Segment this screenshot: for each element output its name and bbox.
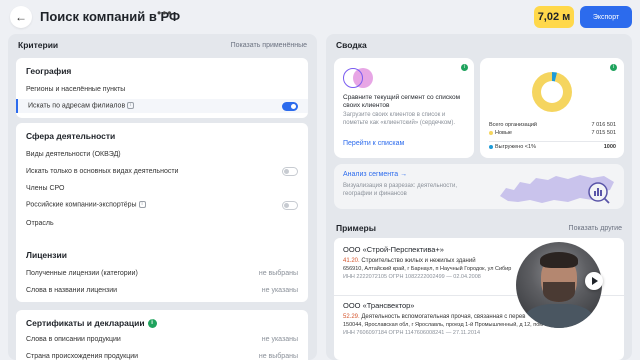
geography-title: География xyxy=(26,66,72,76)
origin-value: не выбраны xyxy=(258,352,298,360)
exported-value: 1000 xyxy=(603,144,616,150)
new-row: Новые 7 015 501 xyxy=(489,130,616,139)
origin-label: Страна происхождения продукции xyxy=(26,352,139,360)
okved-row[interactable]: Виды деятельности (ОКВЭД) xyxy=(26,147,298,161)
info-icon[interactable]: i xyxy=(461,64,468,71)
licenses-received-value: не выбраны xyxy=(258,269,298,277)
okved-code: 52.29. xyxy=(343,314,360,320)
regions-row[interactable]: Регионы и населённые пункты xyxy=(26,82,298,96)
criteria-title: Критерии xyxy=(18,40,59,50)
licenses-received-label: Полученные лицензии (категории) xyxy=(26,269,138,277)
exporters-row[interactable]: Российские компании-экспортёры i xyxy=(26,198,298,212)
certificates-title-wrap: Сертификаты и декларации i xyxy=(16,310,308,329)
product-words-value: не указаны xyxy=(261,335,298,343)
criteria-header: Критерии Показать применённые xyxy=(8,34,317,56)
stats-card: i Всего организаций 7 016 501 Новые 7 01… xyxy=(480,58,624,158)
summary-title: Сводка xyxy=(336,40,367,50)
licenses-words-value: не указаны xyxy=(261,286,298,294)
licenses-received-row[interactable]: Полученные лицензии (категории) не выбра… xyxy=(26,266,298,280)
okved-text: Деятельность вспомогательная прочая, свя… xyxy=(361,314,526,320)
top-bar: ← Поиск компаний в РФ ••• 7,02 м Экспорт xyxy=(0,0,640,34)
new-legend-dot xyxy=(489,130,493,135)
product-words-row[interactable]: Слова в описании продукции не указаны xyxy=(26,332,298,346)
geography-card: География Регионы и населённые пункты Ис… xyxy=(16,58,308,118)
origin-row[interactable]: Страна происхождения продукции не выбран… xyxy=(26,349,298,360)
presenter-shirt xyxy=(524,304,594,328)
export-button[interactable]: Экспорт xyxy=(580,6,632,28)
certificates-card: Сертификаты и декларации i Слова в описан… xyxy=(16,310,308,360)
okved-code: 41.20. xyxy=(343,258,360,264)
licenses-card: Лицензии Полученные лицензии (категории)… xyxy=(16,242,308,302)
sro-row[interactable]: Члены СРО xyxy=(26,181,298,195)
regions-label: Регионы и населённые пункты xyxy=(26,85,126,93)
info-icon[interactable]: i xyxy=(147,319,157,329)
licenses-words-row[interactable]: Слова в названии лицензии не указаны xyxy=(26,283,298,297)
main-only-label: Искать только в основных видах деятельно… xyxy=(26,167,179,175)
branch-search-toggle[interactable] xyxy=(282,101,298,111)
okved-text: Строительство жилых и нежилых зданий xyxy=(361,258,476,264)
branch-search-label: Искать по адресам филиалов xyxy=(28,102,126,110)
main-only-row[interactable]: Искать только в основных видах деятельно… xyxy=(26,164,298,178)
info-icon[interactable]: i xyxy=(138,201,146,209)
examples-header: Примеры Показать другие xyxy=(326,217,632,239)
certificates-title: Сертификаты и декларации xyxy=(26,318,145,328)
info-icon[interactable]: i xyxy=(127,102,135,110)
balance-badge[interactable]: 7,02 м xyxy=(534,6,574,28)
segment-analysis-label: Анализ сегмента xyxy=(343,171,399,178)
new-value: 7 015 501 xyxy=(591,130,616,136)
segment-analysis-desc: Визуализация в разрезах: деятельности, г… xyxy=(343,183,458,197)
presenter-hair xyxy=(540,252,578,268)
show-others-link[interactable]: Показать другие xyxy=(569,225,622,232)
presenter-beard xyxy=(543,282,575,302)
company-ids: ИНН 7606097184 ОГРН 1147606008241 — 27.1… xyxy=(343,330,480,336)
compare-title: Сравните текущий сегмент со списком свои… xyxy=(343,94,461,109)
back-button[interactable]: ← xyxy=(10,6,32,28)
compare-card: i Сравните текущий сегмент со списком св… xyxy=(334,58,474,158)
activity-title: Сфера деятельности xyxy=(26,131,116,141)
exported-legend-dot xyxy=(489,144,493,149)
exporters-toggle[interactable] xyxy=(282,200,298,210)
main-only-toggle[interactable] xyxy=(282,166,298,176)
play-icon[interactable] xyxy=(585,272,603,290)
sro-label: Члены СРО xyxy=(26,184,65,192)
segment-analysis-link[interactable]: Анализ сегмента → xyxy=(343,171,407,178)
info-icon[interactable]: i xyxy=(610,64,617,71)
segment-donut-chart xyxy=(532,72,572,112)
arrow-right-icon: → xyxy=(400,171,408,178)
exported-row: Выгружено <1% 1000 xyxy=(489,144,616,153)
industry-row[interactable]: Отрасль xyxy=(26,216,298,230)
licenses-words-label: Слова в названии лицензии xyxy=(26,286,118,294)
venn-icon xyxy=(343,68,373,88)
new-label: Новые xyxy=(495,130,512,136)
criteria-panel: Критерии Показать применённые География … xyxy=(8,34,317,360)
segment-analysis-card[interactable]: Анализ сегмента → Визуализация в разреза… xyxy=(334,164,624,209)
product-words-label: Слова в описании продукции xyxy=(26,335,121,343)
russia-map-icon xyxy=(500,175,614,204)
show-applied-link[interactable]: Показать применённые xyxy=(231,42,307,49)
summary-header: Сводка xyxy=(326,34,632,56)
licenses-title: Лицензии xyxy=(26,250,67,260)
branch-search-row[interactable]: Искать по адресам филиалов i xyxy=(16,99,308,113)
stats-divider xyxy=(489,141,616,142)
arrow-left-icon: ← xyxy=(15,10,27,24)
examples-title: Примеры xyxy=(336,223,376,233)
okved-label: Виды деятельности (ОКВЭД) xyxy=(26,150,121,158)
go-to-lists-link[interactable]: Перейти к спискам xyxy=(343,140,404,147)
industry-label: Отрасль xyxy=(26,219,54,227)
more-horizontal-icon[interactable]: ••• xyxy=(157,6,173,20)
compare-desc: Загрузите своих клиентов в список и поме… xyxy=(343,112,455,126)
exporters-label: Российские компании-экспортёры xyxy=(26,201,137,209)
exported-label: Выгружено <1% xyxy=(495,144,536,150)
